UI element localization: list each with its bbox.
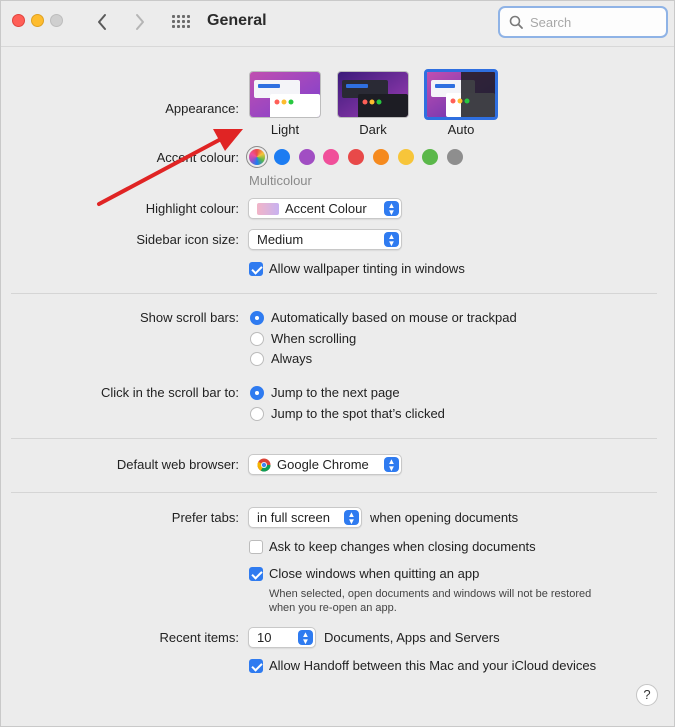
close-windows-label: Close windows when quitting an app	[269, 566, 480, 581]
click-scroll-bar-label: Click in the scroll bar to:	[101, 385, 239, 400]
section-divider	[11, 438, 657, 439]
annotation-arrow	[97, 129, 243, 206]
default-browser-label: Default web browser:	[116, 457, 239, 472]
popup-chevrons-icon: ▲ ▼	[344, 510, 359, 526]
popup-chevrons-icon: ▲ ▼	[384, 201, 399, 217]
wallpaper-tinting-label: Allow wallpaper tinting in windows	[269, 261, 465, 276]
popup-chevrons-icon: ▲ ▼	[384, 457, 399, 473]
click-next-page-radio[interactable]	[250, 386, 264, 400]
sidebar-icon-size-value: Medium	[257, 232, 304, 247]
accent-graphite-swatch[interactable]	[447, 149, 463, 165]
search-input[interactable]	[530, 13, 660, 31]
recent-items-value: 10	[257, 630, 272, 645]
wallpaper-tinting-checkbox[interactable]	[249, 262, 263, 276]
click-next-page-label: Jump to the next page	[271, 385, 400, 400]
close-windows-note-line1: When selected, open documents and window…	[269, 588, 592, 600]
appearance-label: Appearance:	[165, 101, 239, 116]
show-all-grid-icon[interactable]	[172, 15, 190, 31]
popup-chevrons-icon: ▲ ▼	[298, 630, 313, 646]
chevron-left-icon	[98, 14, 106, 30]
default-browser-value: Google Chrome	[277, 457, 369, 472]
prefer-tabs-label: Prefer tabs:	[171, 510, 239, 525]
highlight-swatch	[257, 203, 279, 215]
prefer-tabs-value: in full screen	[257, 510, 330, 525]
help-button[interactable]: ?	[636, 684, 658, 706]
sidebar-icon-size-label: Sidebar icon size:	[136, 232, 239, 247]
chevron-right-icon	[136, 14, 144, 30]
scroll-bars-always-radio[interactable]	[250, 352, 264, 366]
scroll-bars-when-scrolling-label: When scrolling	[271, 331, 357, 346]
highlight-colour-label: Highlight colour:	[145, 201, 239, 216]
accent-purple-swatch[interactable]	[299, 149, 315, 165]
back-button[interactable]	[91, 9, 113, 35]
section-divider	[11, 492, 657, 493]
appearance-light-thumbnail[interactable]	[249, 71, 321, 118]
scroll-bars-automatic-radio[interactable]	[250, 311, 264, 325]
handoff-checkbox[interactable]	[249, 659, 263, 673]
prefer-tabs-suffix: when opening documents	[370, 510, 519, 525]
ask-keep-changes-label: Ask to keep changes when closing documen…	[269, 539, 536, 554]
window-title: General	[207, 12, 267, 29]
close-windows-note-line2: when you re-open an app.	[269, 602, 397, 614]
forward-button[interactable]	[129, 9, 151, 35]
recent-items-label: Recent items:	[159, 630, 239, 645]
recent-items-popup[interactable]: 10 ▲ ▼	[248, 627, 316, 648]
minimize-window-button[interactable]	[31, 14, 44, 27]
scroll-bars-automatic-label: Automatically based on mouse or trackpad	[271, 310, 517, 325]
search-icon	[509, 15, 523, 29]
accent-multicolour-swatch[interactable]	[249, 149, 265, 165]
recent-items-suffix: Documents, Apps and Servers	[324, 630, 500, 645]
highlight-colour-value: Accent Colour	[285, 201, 367, 216]
accent-blue-swatch[interactable]	[274, 149, 290, 165]
click-spot-label: Jump to the spot that’s clicked	[271, 406, 445, 421]
accent-red-swatch[interactable]	[348, 149, 364, 165]
accent-orange-swatch[interactable]	[373, 149, 389, 165]
prefer-tabs-popup[interactable]: in full screen ▲ ▼	[248, 507, 362, 528]
appearance-auto-thumbnail[interactable]	[424, 69, 498, 120]
accent-green-swatch[interactable]	[422, 149, 438, 165]
appearance-dark-label: Dark	[359, 122, 387, 137]
accent-pink-swatch[interactable]	[323, 149, 339, 165]
chrome-icon	[257, 458, 271, 472]
zoom-window-button[interactable]	[50, 14, 63, 27]
search-field[interactable]	[498, 6, 668, 38]
close-windows-checkbox[interactable]	[249, 567, 263, 581]
accent-yellow-swatch[interactable]	[398, 149, 414, 165]
section-divider	[11, 293, 657, 294]
click-spot-radio[interactable]	[250, 407, 264, 421]
appearance-light-label: Light	[270, 122, 300, 137]
popup-chevrons-icon: ▲ ▼	[384, 232, 399, 248]
highlight-colour-popup[interactable]: Accent Colour ▲ ▼	[248, 198, 402, 219]
scroll-bars-when-scrolling-radio[interactable]	[250, 332, 264, 346]
sidebar-icon-size-popup[interactable]: Medium ▲ ▼	[248, 229, 402, 250]
default-browser-popup[interactable]: Google Chrome ▲ ▼	[248, 454, 402, 475]
show-scroll-bars-label: Show scroll bars:	[140, 310, 239, 325]
close-window-button[interactable]	[12, 14, 25, 27]
appearance-auto-label: Auto	[447, 122, 475, 137]
scroll-bars-always-label: Always	[271, 351, 313, 366]
system-preferences-window: General Appearance: Light Dark	[0, 0, 675, 727]
accent-selected-caption: Multicolour	[249, 173, 312, 188]
handoff-label: Allow Handoff between this Mac and your …	[269, 658, 597, 673]
appearance-dark-thumbnail[interactable]	[337, 71, 409, 118]
title-bar: General	[1, 1, 674, 47]
ask-keep-changes-checkbox[interactable]	[249, 540, 263, 554]
